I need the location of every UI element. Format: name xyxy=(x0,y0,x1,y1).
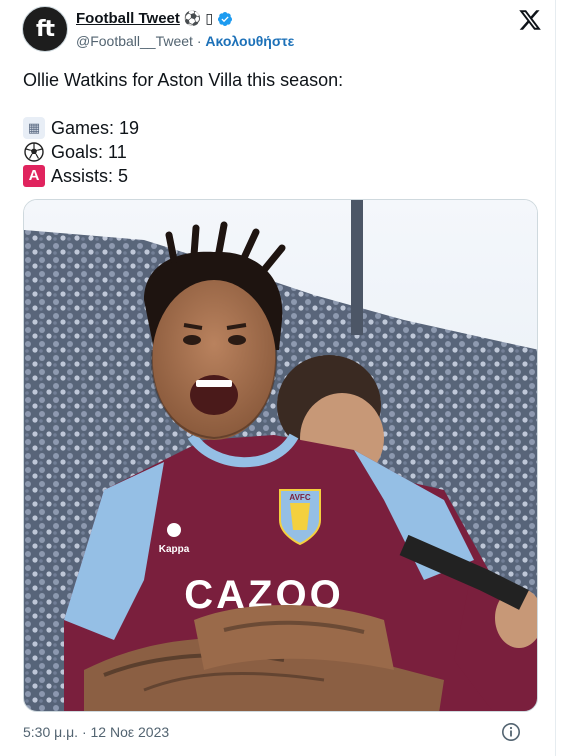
soccer-ball-emoji-icon: ⚽ xyxy=(183,10,202,27)
timestamp-separator: · xyxy=(81,724,87,740)
tweet-timestamp[interactable]: 5:30 μ.μ. · 12 Νοε 2023 xyxy=(23,724,169,740)
tweet-time: 5:30 μ.μ. xyxy=(23,724,79,740)
svg-text:Kappa: Kappa xyxy=(159,544,190,555)
tweet-photo[interactable]: AVFC Kappa CAZOO xyxy=(23,199,538,712)
author-name[interactable]: Football Tweet xyxy=(76,10,180,27)
author-handle-row: @Football__Tweet · Ακολουθήστε xyxy=(76,33,294,49)
player-celebration-image: AVFC Kappa CAZOO xyxy=(24,200,537,711)
x-logo-icon[interactable] xyxy=(518,8,542,32)
soccer-ball-icon xyxy=(23,141,45,163)
verified-badge-icon xyxy=(218,11,233,26)
stat-assists-label: Assists: 5 xyxy=(51,166,129,186)
info-icon[interactable] xyxy=(501,722,521,742)
letter-a-icon: A xyxy=(23,165,45,187)
author-handle[interactable]: @Football__Tweet xyxy=(76,33,193,49)
tweet-headline: Ollie Watkins for Aston Villa this seaso… xyxy=(23,70,344,90)
handle-separator: · xyxy=(196,33,202,49)
tweet-header: ft Football Tweet ⚽ ▯ @Football__Tweet ·… xyxy=(22,6,542,54)
avatar[interactable]: ft xyxy=(22,6,68,52)
stat-games-label: Games: 19 xyxy=(51,118,140,138)
tweet-date: 12 Νοε 2023 xyxy=(90,724,170,740)
author-name-row: Football Tweet ⚽ ▯ xyxy=(76,10,233,27)
unknown-glyph-icon: ▯ xyxy=(205,10,214,27)
kit-crest-text: AVFC xyxy=(289,493,310,502)
stat-goals-label: Goals: 11 xyxy=(51,142,127,162)
stat-goals: Goals: 11 xyxy=(23,140,533,164)
avatar-logo-text: ft xyxy=(35,16,55,42)
stat-games: ▦ Games: 19 xyxy=(23,116,533,140)
tweet-text: Ollie Watkins for Aston Villa this seaso… xyxy=(23,68,533,188)
follow-button[interactable]: Ακολουθήστε xyxy=(205,33,294,49)
tweet-card: ft Football Tweet ⚽ ▯ @Football__Tweet ·… xyxy=(0,0,556,756)
stat-assists: A Assists: 5 xyxy=(23,164,533,188)
stadium-icon: ▦ xyxy=(23,117,45,139)
